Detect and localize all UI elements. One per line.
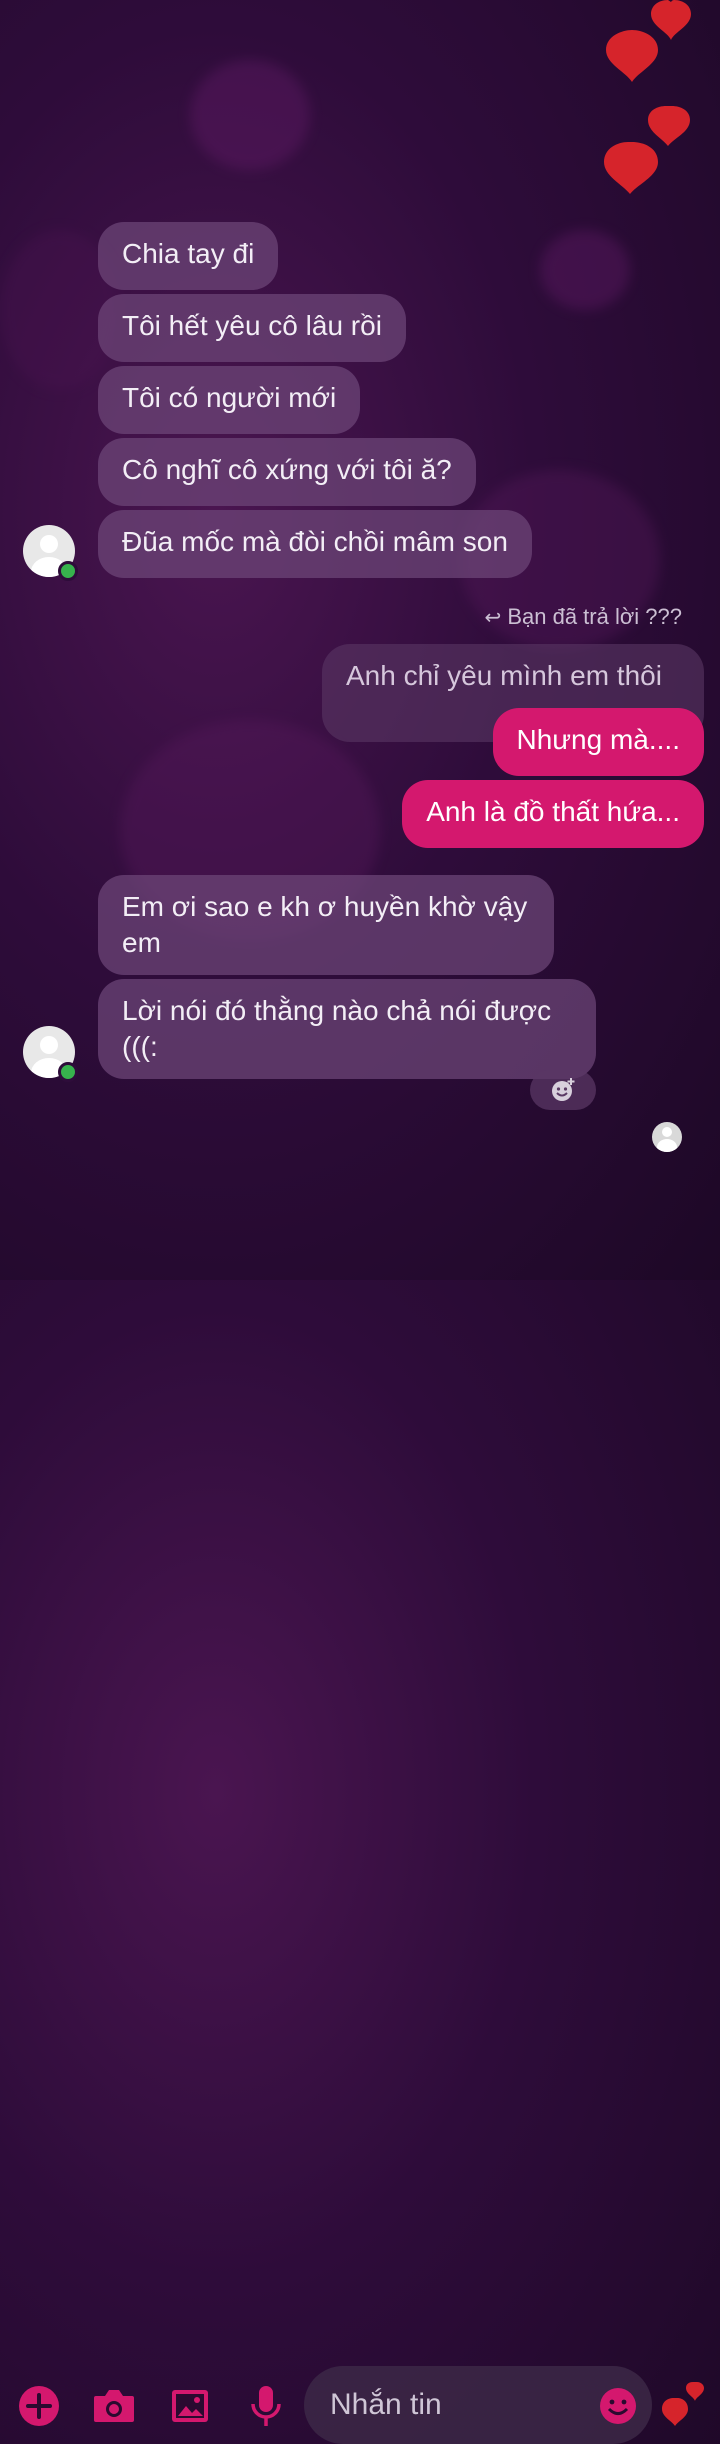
- plus-icon: [19, 2386, 59, 2426]
- reply-arrow-icon: ↩: [484, 607, 502, 629]
- received-message[interactable]: Tôi hết yêu cô lâu rồi: [98, 294, 406, 362]
- online-indicator: [58, 1062, 78, 1082]
- received-message[interactable]: Lời nói đó thằng nào chả nói được (((:: [98, 979, 596, 1079]
- voice-button[interactable]: [243, 2383, 289, 2429]
- online-indicator: [58, 561, 78, 581]
- add-button[interactable]: [16, 2383, 62, 2429]
- received-message[interactable]: Chia tay đi: [98, 222, 279, 290]
- like-button[interactable]: [658, 2378, 708, 2428]
- seen-avatar: [652, 1122, 682, 1152]
- received-message[interactable]: Đũa mốc mà đòi chồi mâm son: [98, 510, 532, 578]
- add-reaction-icon: [552, 1078, 575, 1101]
- message-input-container[interactable]: [304, 2366, 652, 2444]
- composer-bar: [0, 1180, 720, 2444]
- received-message[interactable]: Cô nghĩ cô xứng với tôi ă?: [98, 438, 476, 506]
- gallery-button[interactable]: [167, 2383, 213, 2429]
- camera-button[interactable]: [91, 2383, 137, 2429]
- reply-indicator: ↩ Bạn đã trả lời ???: [484, 604, 682, 630]
- sent-message[interactable]: Nhưng mà....: [492, 708, 704, 776]
- emoji-icon[interactable]: [598, 2386, 638, 2426]
- received-message[interactable]: Em ơi sao e kh ơ huyền khờ vậy em: [98, 875, 554, 975]
- chat-thread[interactable]: Chia tay đi Tôi hết yêu cô lâu rồi Tôi c…: [0, 0, 720, 1180]
- image-icon: [172, 2390, 208, 2422]
- sent-message[interactable]: Anh là đồ thất hứa...: [402, 780, 704, 848]
- reply-note-text: Bạn đã trả lời ???: [507, 604, 682, 629]
- microphone-icon: [251, 2386, 281, 2426]
- camera-icon: [94, 2390, 134, 2422]
- received-message[interactable]: Tôi có người mới: [98, 366, 361, 434]
- message-input[interactable]: [328, 2387, 582, 2423]
- add-reaction-button[interactable]: [530, 1070, 596, 1110]
- heart-icon: [662, 2382, 704, 2426]
